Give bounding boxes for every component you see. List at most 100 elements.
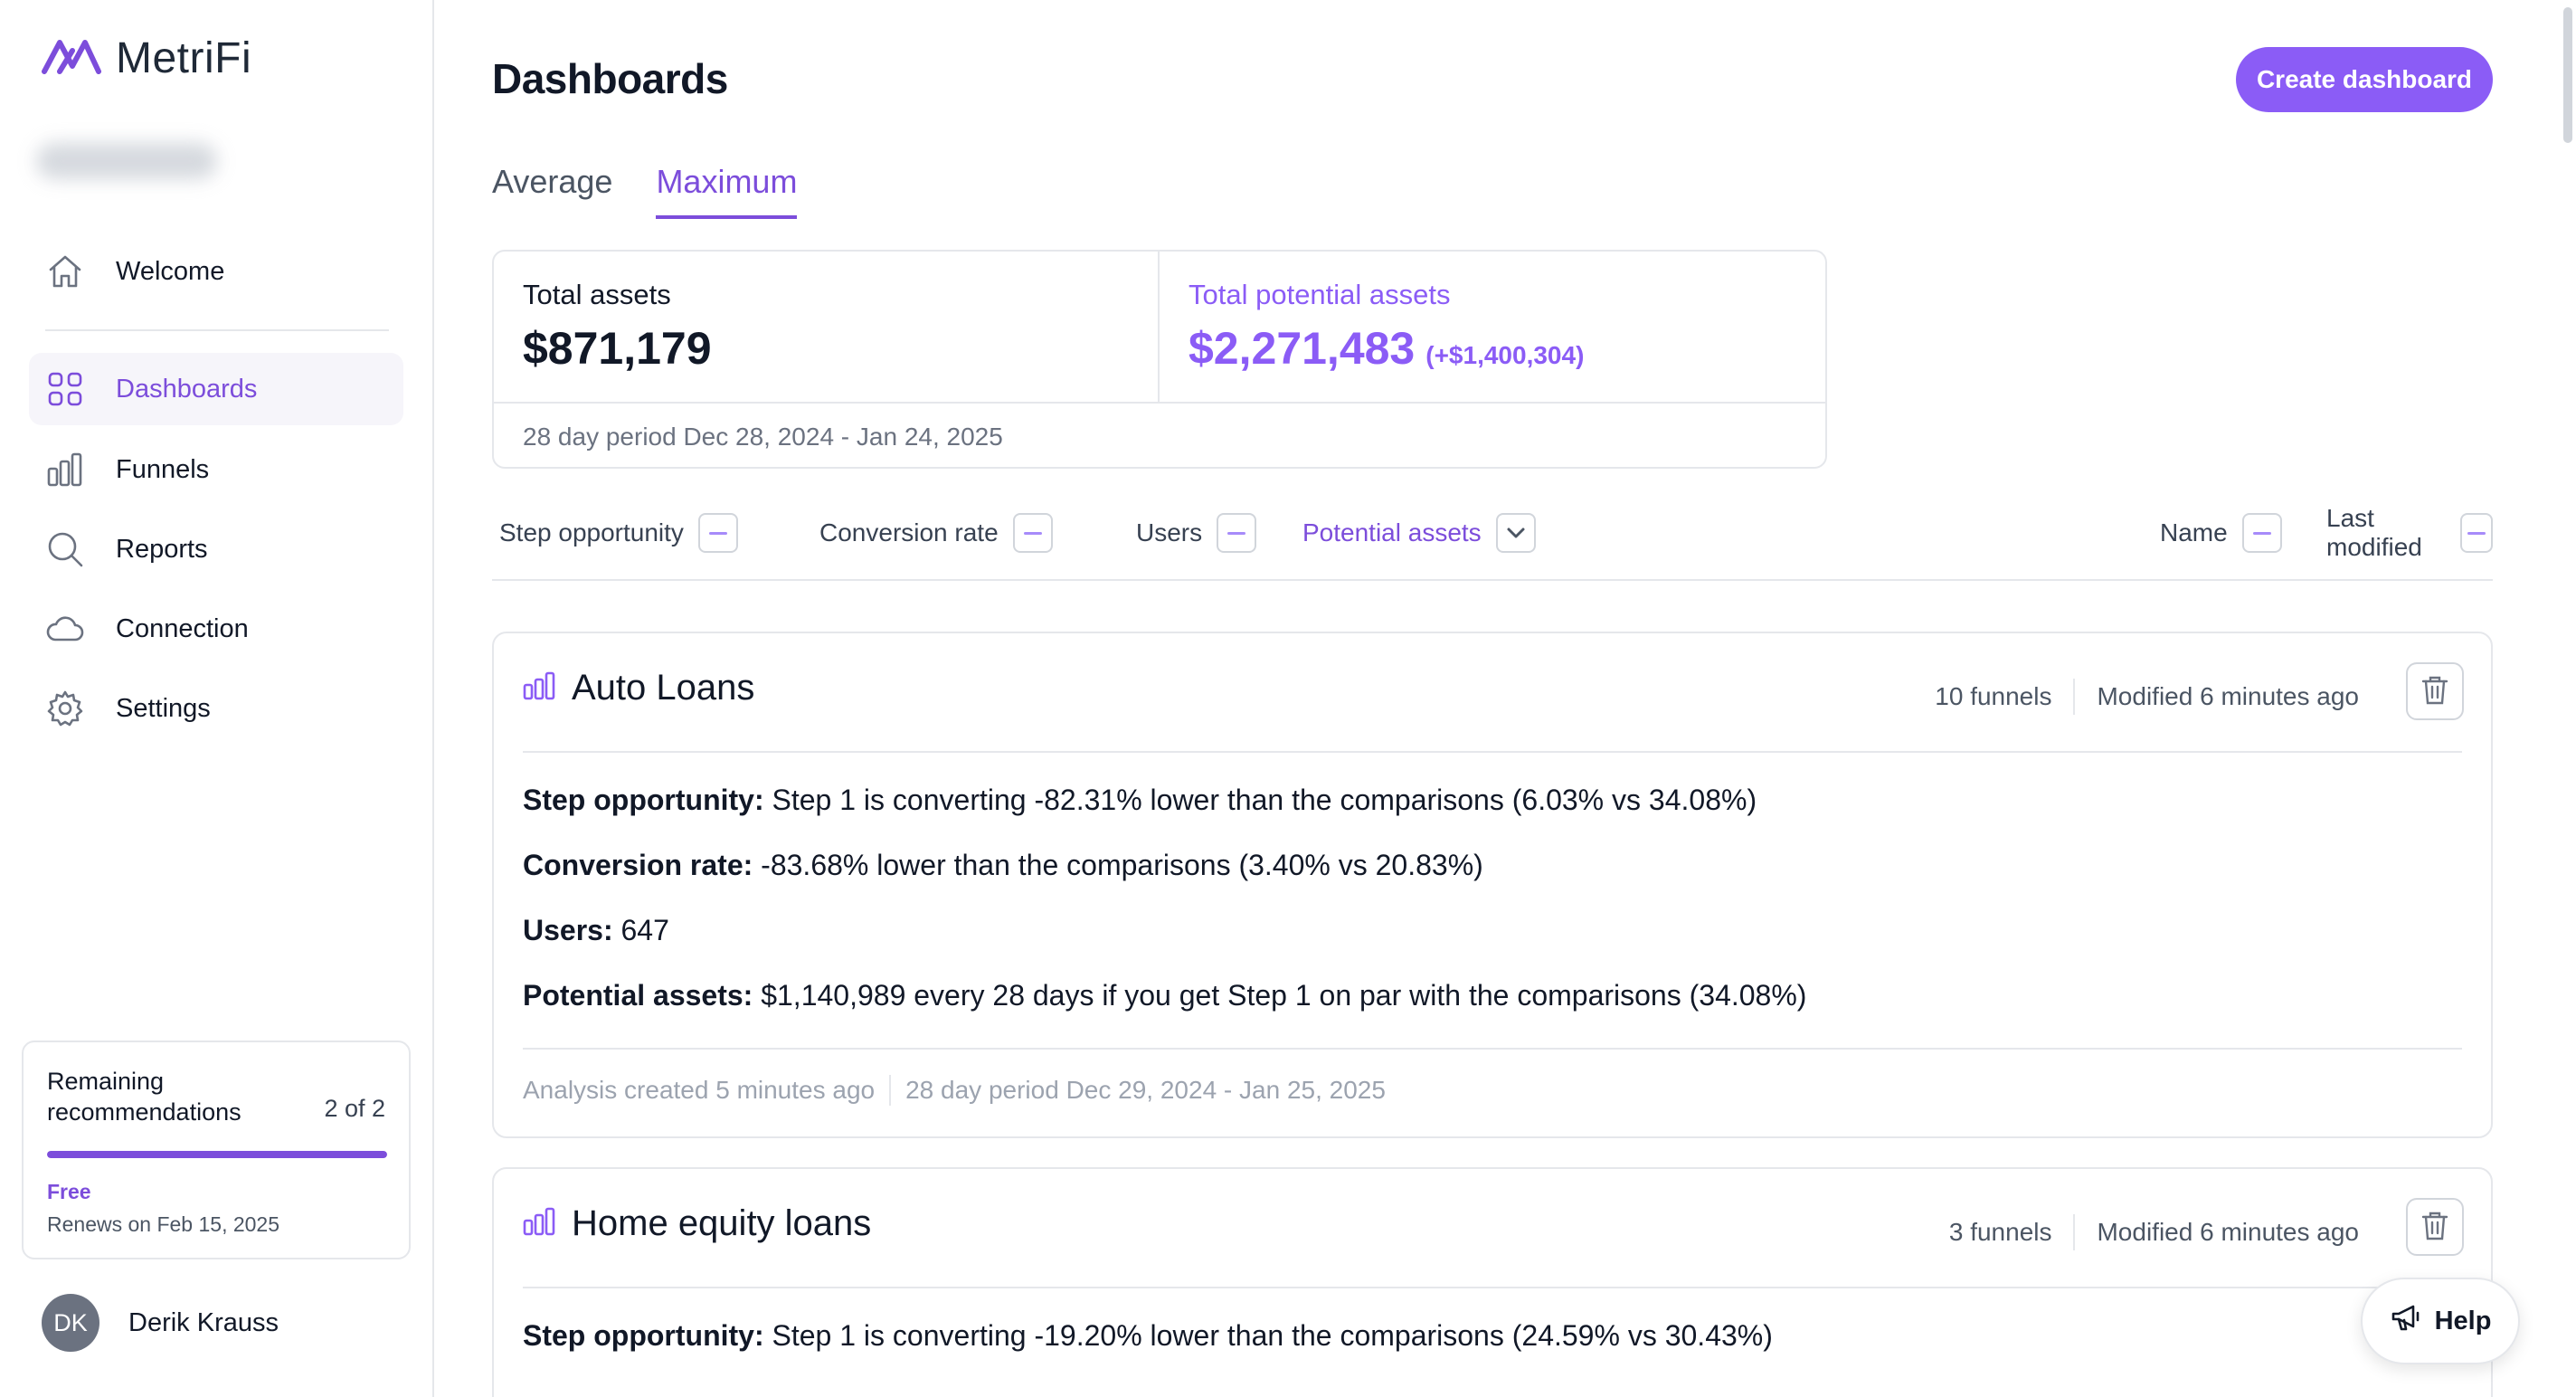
user-name: Derik Krauss [128, 1307, 279, 1337]
assets-summary-card: Total assets $871,179 Total potential as… [492, 250, 1827, 469]
insight-potential-assets: Potential assets: $1,140,989 every 28 da… [523, 979, 1807, 1012]
modified-time: Modified 6 minutes ago [2097, 1218, 2359, 1246]
card-meta: 10 funnels Modified 6 minutes ago [1935, 679, 2359, 715]
sidebar-item-label: Reports [116, 534, 208, 564]
sort-neutral-icon[interactable] [2241, 513, 2282, 553]
sidebar-item-welcome[interactable]: Welcome [29, 235, 403, 308]
analysis-created: Analysis created 5 minutes ago [523, 1076, 876, 1104]
help-button[interactable]: Help [2361, 1278, 2520, 1364]
renewal-date: Renews on Feb 15, 2025 [47, 1212, 280, 1236]
help-label: Help [2434, 1306, 2492, 1335]
recommendations-card: Remaining recommendations 2 of 2 Free Re… [22, 1041, 411, 1259]
page-title: Dashboards [492, 55, 728, 102]
analysis-period: 28 day period Dec 29, 2024 - Jan 25, 202… [905, 1076, 1386, 1104]
grid-icon [45, 369, 85, 409]
card-divider [523, 1048, 2462, 1050]
sort-potential-assets[interactable]: Potential assets [1302, 510, 1536, 556]
potential-assets-row: $2,271,483 (+$1,400,304) [1189, 322, 1800, 375]
sort-label: Step opportunity [499, 518, 684, 546]
sort-step-opportunity[interactable]: Step opportunity [499, 510, 738, 556]
recommendations-title: Remaining recommendations [47, 1068, 242, 1126]
card-divider [523, 751, 2462, 753]
organization-switcher[interactable] [36, 143, 217, 179]
total-assets: Total assets $871,179 [494, 252, 1160, 402]
plan-badge: Free [47, 1180, 91, 1203]
home-icon [45, 252, 85, 291]
create-dashboard-button[interactable]: Create dashboard [2236, 47, 2493, 112]
insight-conversion-rate: Conversion rate: -83.68% lower than the … [523, 849, 1483, 881]
card-meta: 3 funnels Modified 6 minutes ago [1949, 1214, 2359, 1250]
metrifi-logo-icon [42, 38, 101, 79]
sort-bar: Step opportunity Conversion rate Users P… [492, 504, 2493, 581]
modified-time: Modified 6 minutes ago [2097, 682, 2359, 710]
insight-users: Users: 647 [523, 914, 669, 946]
recommendations-progress [47, 1151, 387, 1158]
sidebar-item-connection[interactable]: Connection [29, 593, 403, 665]
assets-period: 28 day period Dec 28, 2024 - Jan 24, 202… [494, 402, 1825, 467]
sidebar-item-funnels[interactable]: Funnels [29, 433, 403, 506]
search-icon [45, 529, 85, 569]
bar-chart-icon [523, 1207, 555, 1240]
sort-name[interactable]: Name [2160, 510, 2282, 556]
card-footer: Analysis created 5 minutes ago 28 day pe… [523, 1075, 1386, 1106]
brand-name: MetriFi [116, 33, 252, 82]
brand-logo[interactable]: MetriFi [42, 33, 251, 83]
dashboard-title[interactable]: Home equity loans [572, 1203, 871, 1244]
tab-maximum[interactable]: Maximum [656, 163, 798, 219]
sort-neutral-icon[interactable] [1012, 513, 1053, 553]
trash-icon [2420, 1211, 2449, 1244]
cloud-icon [45, 609, 85, 649]
dashboard-card-auto-loans[interactable]: Auto Loans 10 funnels Modified 6 minutes… [492, 632, 2493, 1138]
gear-icon [45, 689, 85, 728]
recommendations-count: 2 of 2 [324, 1095, 385, 1122]
sort-users[interactable]: Users [1136, 510, 1257, 556]
sidebar: MetriFi Welcome Dashboards Funnels Repor… [0, 0, 434, 1397]
sidebar-item-reports[interactable]: Reports [29, 513, 403, 585]
dashboard-title[interactable]: Auto Loans [572, 668, 754, 708]
sort-label: Last modified [2326, 504, 2422, 561]
potential-assets-delta: (+$1,400,304) [1425, 341, 1585, 369]
total-potential-assets: Total potential assets $2,271,483 (+$1,40… [1160, 252, 1825, 402]
sidebar-item-label: Settings [116, 693, 211, 723]
sort-label: Potential assets [1302, 518, 1482, 546]
delete-dashboard-button[interactable] [2406, 662, 2464, 720]
potential-assets-value: $2,271,483 [1189, 323, 1416, 374]
funnel-count: 3 funnels [1948, 1218, 2052, 1246]
sort-last-modified[interactable]: Last modified [2326, 504, 2493, 561]
sort-neutral-icon[interactable] [697, 513, 738, 553]
insight-step-opportunity: Step opportunity: Step 1 is converting -… [523, 784, 1757, 816]
tab-average[interactable]: Average [492, 163, 612, 219]
scrollbar-thumb[interactable] [2563, 7, 2572, 143]
view-tabs: Average Maximum [492, 163, 798, 219]
sidebar-item-settings[interactable]: Settings [29, 672, 403, 745]
delete-dashboard-button[interactable] [2406, 1198, 2464, 1256]
sort-conversion-rate[interactable]: Conversion rate [819, 510, 1053, 556]
sidebar-item-label: Connection [116, 613, 249, 643]
card-header: Auto Loans [523, 668, 754, 708]
card-header: Home equity loans [523, 1203, 871, 1244]
user-profile[interactable]: DK Derik Krauss [42, 1294, 279, 1352]
potential-assets-label: Total potential assets [1189, 279, 1451, 310]
bar-chart-icon [523, 671, 555, 705]
sidebar-divider [45, 329, 389, 331]
sidebar-item-label: Welcome [116, 256, 225, 286]
trash-icon [2420, 675, 2449, 708]
sidebar-item-dashboards[interactable]: Dashboards [29, 353, 403, 425]
sort-neutral-icon[interactable] [2460, 513, 2493, 553]
bar-chart-icon [45, 450, 85, 489]
total-assets-value: $871,179 [523, 323, 712, 374]
total-assets-label: Total assets [523, 279, 671, 310]
sort-neutral-icon[interactable] [1217, 513, 1257, 553]
chevron-down-icon[interactable] [1495, 513, 1536, 553]
sidebar-item-label: Funnels [116, 454, 210, 484]
sort-label: Users [1136, 518, 1203, 546]
dashboard-card-home-equity-loans[interactable]: Home equity loans 3 funnels Modified 6 m… [492, 1167, 2493, 1397]
sidebar-item-label: Dashboards [116, 374, 258, 404]
avatar: DK [42, 1294, 99, 1352]
sort-label: Conversion rate [819, 518, 999, 546]
megaphone-icon [2390, 1303, 2422, 1339]
recommendations-progress-fill [47, 1151, 387, 1158]
sort-label: Name [2160, 518, 2228, 546]
insight-step-opportunity: Step opportunity: Step 1 is converting -… [523, 1319, 1773, 1352]
main-content: Dashboards Create dashboard Average Maxi… [434, 0, 2576, 1397]
